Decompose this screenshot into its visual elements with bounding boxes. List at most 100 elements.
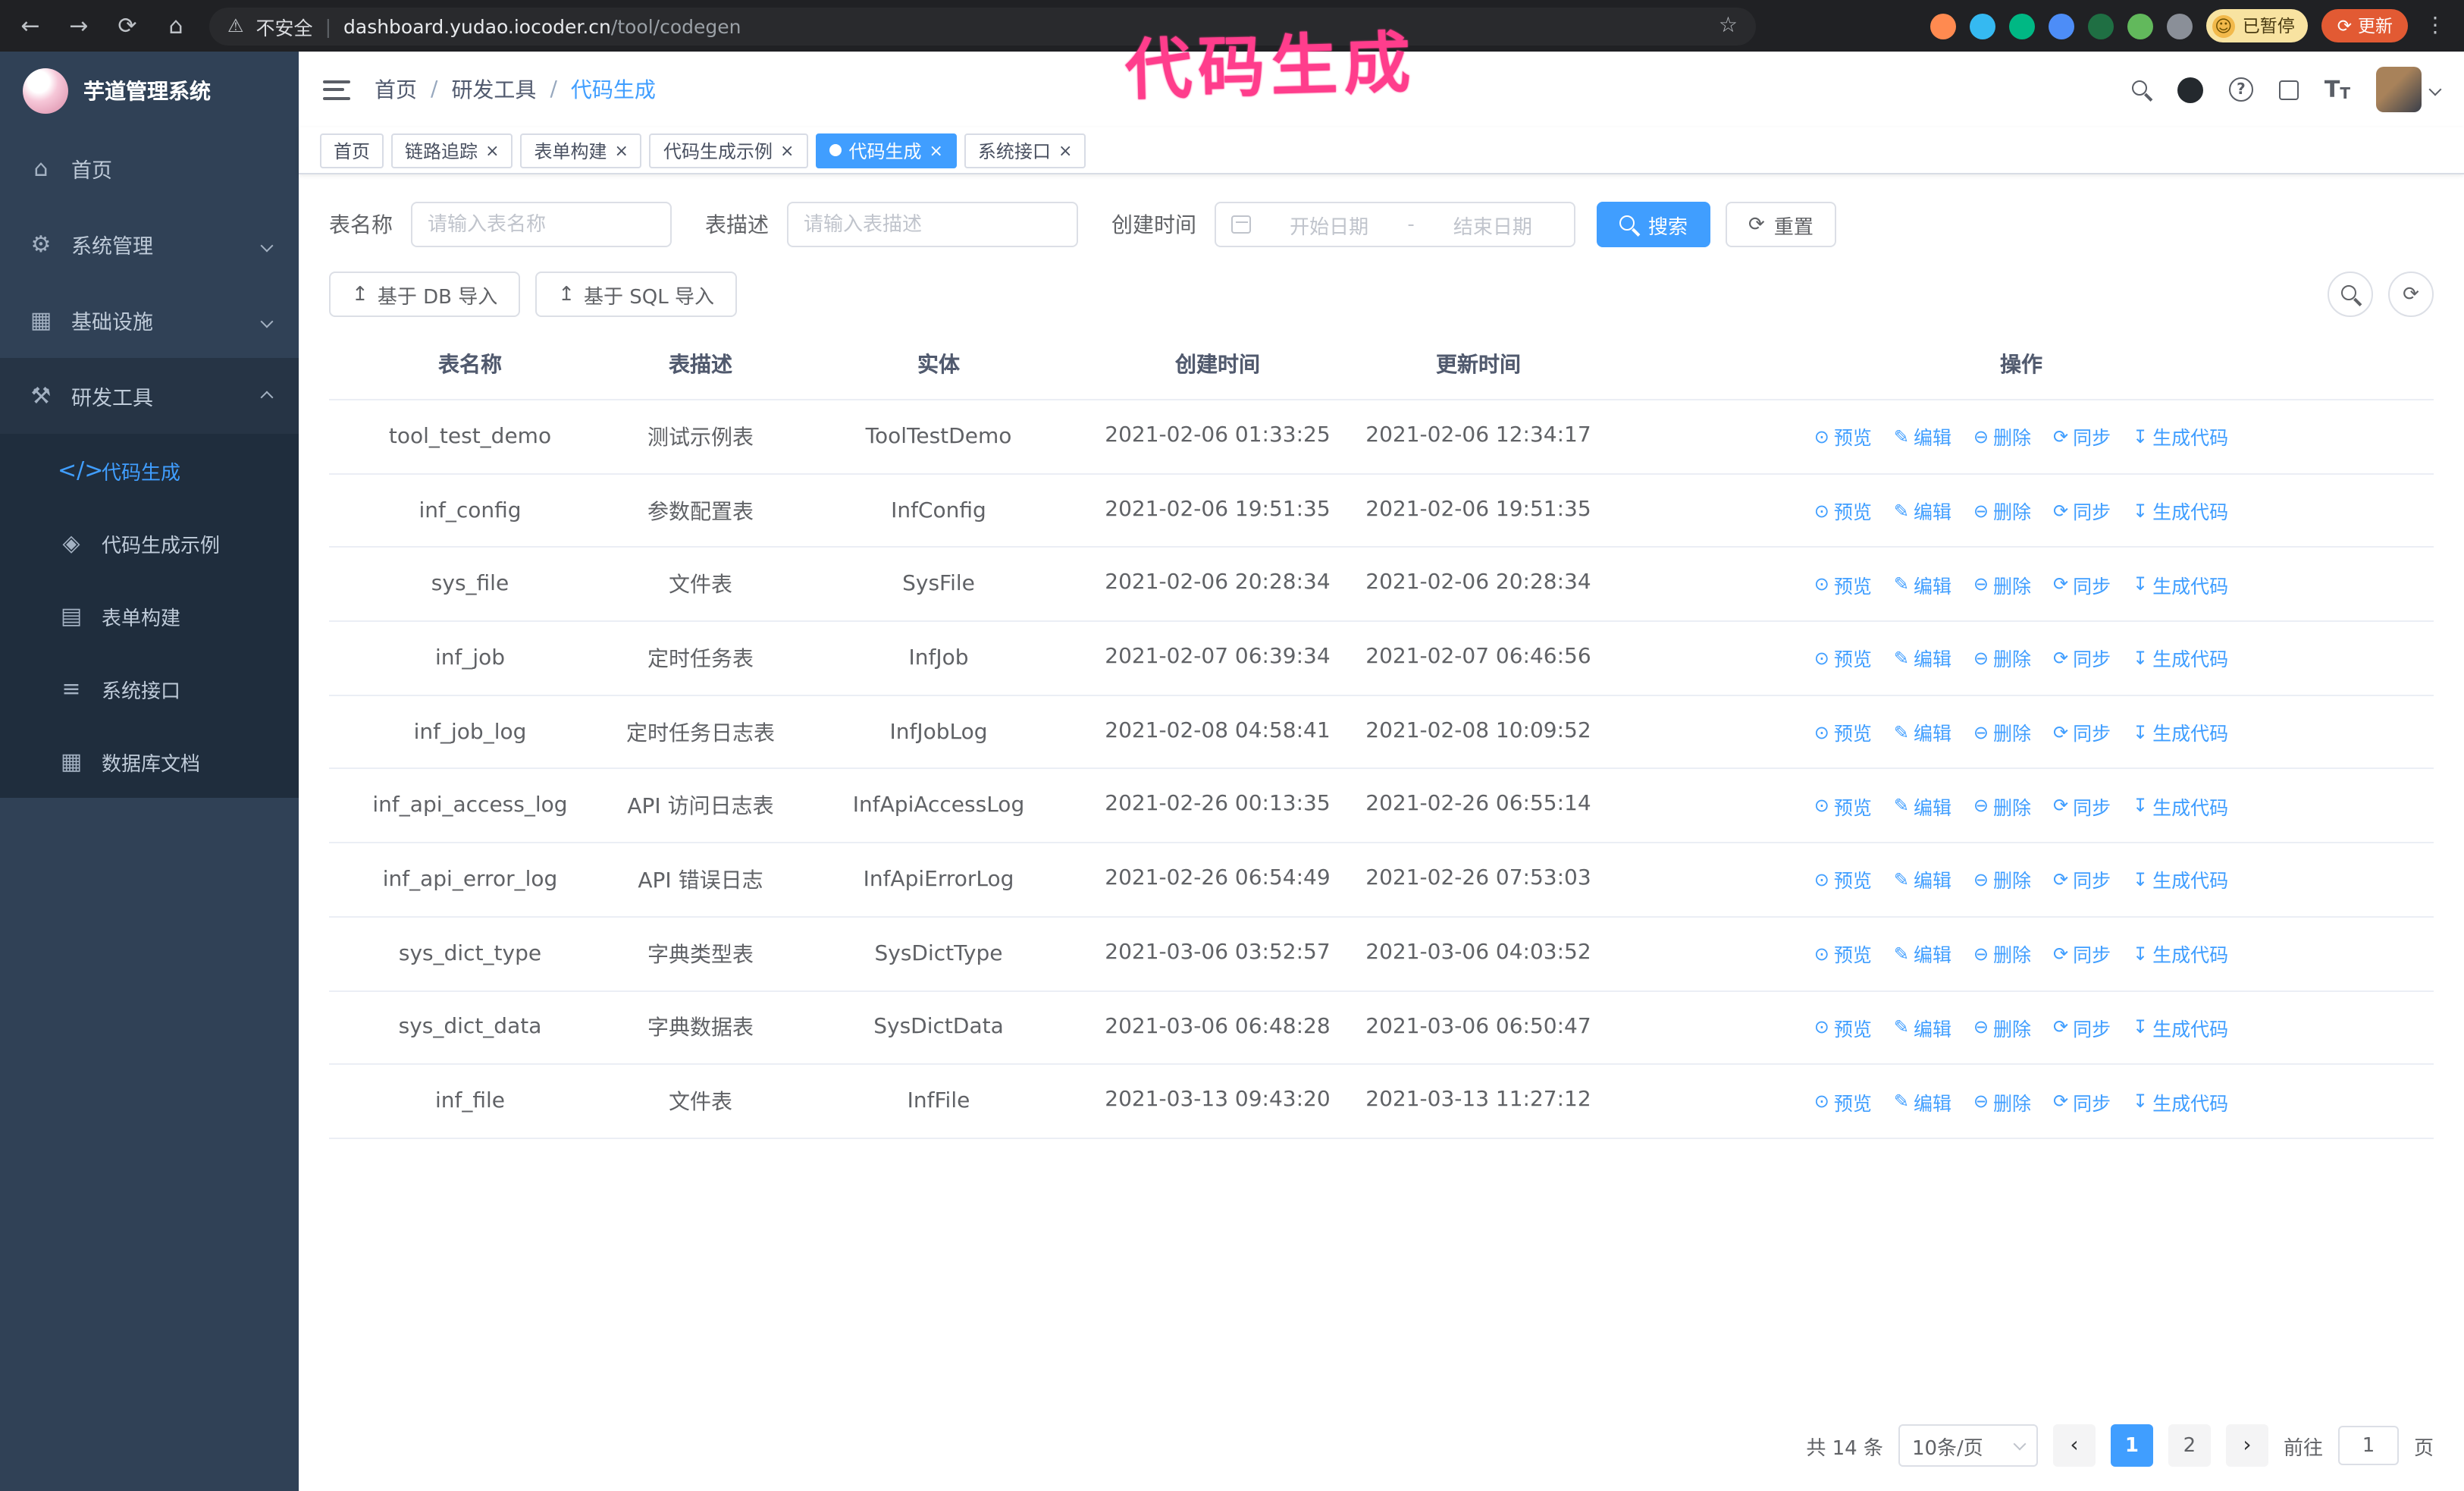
date-range-picker[interactable]: 开始日期 - 结束日期 — [1215, 202, 1575, 247]
import-db-button[interactable]: ↥ 基于 DB 导入 — [329, 272, 521, 317]
table-desc-input[interactable] — [787, 202, 1078, 247]
extension-icon[interactable] — [1969, 13, 1995, 39]
delete-link[interactable]: ⊖ 删除 — [1973, 570, 2031, 598]
sync-link[interactable]: ⟳ 同步 — [2053, 865, 2111, 894]
extension-icon[interactable] — [2048, 13, 2074, 39]
sidebar-item-codegen-example[interactable]: ◈ 代码生成示例 — [0, 507, 299, 579]
browser-forward-icon[interactable]: → — [64, 12, 94, 39]
generate-code-link[interactable]: ↧ 生成代码 — [2133, 1013, 2228, 1042]
sidebar-item-system[interactable]: ⚙ 系统管理 — [0, 206, 299, 282]
close-icon[interactable]: × — [1058, 142, 1072, 159]
delete-link[interactable]: ⊖ 删除 — [1973, 792, 2031, 821]
preview-link[interactable]: ⊙ 预览 — [1814, 644, 1872, 673]
delete-link[interactable]: ⊖ 删除 — [1973, 422, 2031, 451]
generate-code-link[interactable]: ↧ 生成代码 — [2133, 422, 2228, 451]
profile-paused-chip[interactable]: ☺ 已暂停 — [2205, 9, 2309, 42]
sync-link[interactable]: ⟳ 同步 — [2053, 570, 2111, 598]
delete-link[interactable]: ⊖ 删除 — [1973, 644, 2031, 673]
extension-icon[interactable] — [2008, 13, 2035, 39]
close-icon[interactable]: × — [485, 142, 499, 159]
edit-link[interactable]: ✎ 编辑 — [1894, 1087, 1951, 1116]
user-menu[interactable] — [2376, 67, 2442, 112]
generate-code-link[interactable]: ↧ 生成代码 — [2133, 496, 2228, 525]
browser-home-icon[interactable]: ⌂ — [161, 12, 191, 39]
sidebar-item-form-builder[interactable]: ▤ 表单构建 — [0, 579, 299, 652]
tab-trace[interactable]: 链路追踪 × — [391, 133, 513, 168]
sidebar-item-codegen[interactable]: </> 代码生成 — [0, 434, 299, 507]
generate-code-link[interactable]: ↧ 生成代码 — [2133, 792, 2228, 821]
close-icon[interactable]: × — [780, 142, 794, 159]
preview-link[interactable]: ⊙ 预览 — [1814, 792, 1872, 821]
preview-link[interactable]: ⊙ 预览 — [1814, 570, 1872, 598]
tab-form-builder[interactable]: 表单构建 × — [520, 133, 642, 168]
browser-back-icon[interactable]: ← — [15, 12, 45, 39]
puzzle-extension-icon[interactable] — [2166, 13, 2193, 39]
preview-link[interactable]: ⊙ 预览 — [1814, 1087, 1872, 1116]
tab-codegen[interactable]: 代码生成 × — [815, 133, 957, 168]
tab-codegen-example[interactable]: 代码生成示例 × — [649, 133, 808, 168]
edit-link[interactable]: ✎ 编辑 — [1894, 422, 1951, 451]
sync-link[interactable]: ⟳ 同步 — [2053, 644, 2111, 673]
browser-reload-icon[interactable]: ⟳ — [112, 12, 143, 39]
close-icon[interactable]: × — [615, 142, 629, 159]
edit-link[interactable]: ✎ 编辑 — [1894, 865, 1951, 894]
edit-link[interactable]: ✎ 编辑 — [1894, 570, 1951, 598]
generate-code-link[interactable]: ↧ 生成代码 — [2133, 644, 2228, 673]
breadcrumb-devtools[interactable]: 研发工具 — [451, 74, 536, 105]
preview-link[interactable]: ⊙ 预览 — [1814, 865, 1872, 894]
generate-code-link[interactable]: ↧ 生成代码 — [2133, 1087, 2228, 1116]
browser-menu-icon[interactable]: ⋮ — [2422, 14, 2449, 38]
sync-link[interactable]: ⟳ 同步 — [2053, 422, 2111, 451]
github-icon[interactable] — [2177, 77, 2203, 102]
sync-link[interactable]: ⟳ 同步 — [2053, 1087, 2111, 1116]
generate-code-link[interactable]: ↧ 生成代码 — [2133, 570, 2228, 598]
extension-icon[interactable] — [2087, 13, 2114, 39]
bookmark-star-icon[interactable]: ☆ — [1719, 14, 1738, 38]
delete-link[interactable]: ⊖ 删除 — [1973, 496, 2031, 525]
reset-button[interactable]: ⟳ 重置 — [1726, 202, 1836, 247]
sidebar-item-infra[interactable]: ▦ 基础设施 — [0, 282, 299, 358]
app-logo[interactable]: 芋道管理系统 — [0, 52, 299, 130]
refresh-table-button[interactable]: ⟳ — [2388, 272, 2434, 317]
next-page-button[interactable]: › — [2225, 1424, 2268, 1467]
hamburger-icon[interactable] — [323, 80, 350, 99]
search-icon[interactable] — [2131, 80, 2152, 99]
page-size-select[interactable]: 10条/页 — [1898, 1424, 2038, 1467]
sidebar-item-system-api[interactable]: ≡ 系统接口 — [0, 652, 299, 725]
preview-link[interactable]: ⊙ 预览 — [1814, 939, 1872, 968]
preview-link[interactable]: ⊙ 预览 — [1814, 496, 1872, 525]
page-button-2[interactable]: 2 — [2168, 1424, 2211, 1467]
tab-system-api[interactable]: 系统接口 × — [964, 133, 1086, 168]
close-icon[interactable]: × — [929, 142, 942, 159]
delete-link[interactable]: ⊖ 删除 — [1973, 939, 2031, 968]
sidebar-item-devtools[interactable]: ⚒ 研发工具 — [0, 358, 299, 434]
preview-link[interactable]: ⊙ 预览 — [1814, 1013, 1872, 1042]
edit-link[interactable]: ✎ 编辑 — [1894, 496, 1951, 525]
extension-icon[interactable] — [2127, 13, 2153, 39]
goto-page-input[interactable] — [2337, 1426, 2399, 1465]
address-bar[interactable]: ⚠ 不安全 | dashboard.yudao.iocoder.cn/tool/… — [209, 7, 1756, 45]
table-name-input[interactable] — [411, 202, 672, 247]
tab-home[interactable]: 首页 — [320, 133, 384, 168]
sidebar-item-home[interactable]: ⌂ 首页 — [0, 130, 299, 206]
generate-code-link[interactable]: ↧ 生成代码 — [2133, 717, 2228, 746]
edit-link[interactable]: ✎ 编辑 — [1894, 1013, 1951, 1042]
search-button[interactable]: 搜索 — [1597, 202, 1711, 247]
sync-link[interactable]: ⟳ 同步 — [2053, 496, 2111, 525]
toggle-search-button[interactable] — [2328, 272, 2373, 317]
generate-code-link[interactable]: ↧ 生成代码 — [2133, 865, 2228, 894]
edit-link[interactable]: ✎ 编辑 — [1894, 717, 1951, 746]
edit-link[interactable]: ✎ 编辑 — [1894, 939, 1951, 968]
generate-code-link[interactable]: ↧ 生成代码 — [2133, 939, 2228, 968]
sync-link[interactable]: ⟳ 同步 — [2053, 1013, 2111, 1042]
help-icon[interactable]: ? — [2228, 77, 2253, 102]
extension-icon[interactable] — [1930, 13, 1956, 39]
breadcrumb-home[interactable]: 首页 — [375, 74, 417, 105]
import-sql-button[interactable]: ↥ 基于 SQL 导入 — [535, 272, 738, 317]
font-size-icon[interactable]: TT — [2324, 76, 2350, 103]
sidebar-item-db-doc[interactable]: ▦ 数据库文档 — [0, 725, 299, 798]
fullscreen-icon[interactable] — [2278, 80, 2299, 99]
page-button-1[interactable]: 1 — [2110, 1424, 2153, 1467]
edit-link[interactable]: ✎ 编辑 — [1894, 792, 1951, 821]
sync-link[interactable]: ⟳ 同步 — [2053, 717, 2111, 746]
